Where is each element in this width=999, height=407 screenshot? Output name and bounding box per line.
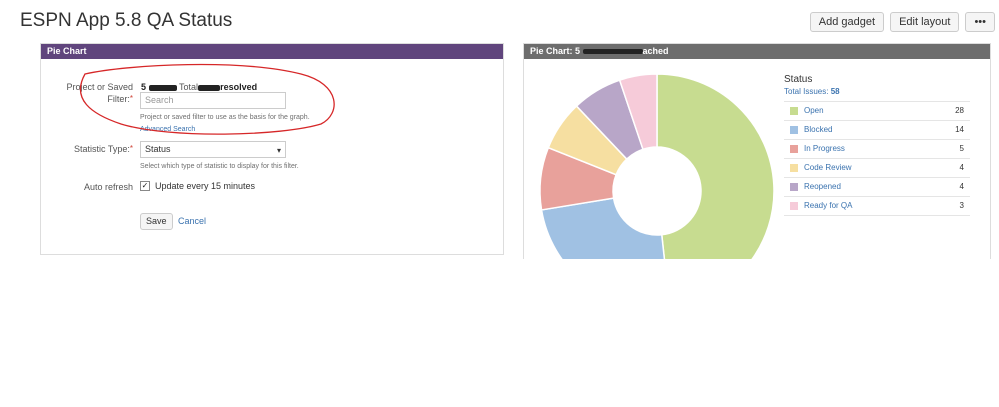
legend-swatch [790, 202, 798, 210]
legend-count: 4 [959, 182, 964, 191]
legend-count: 4 [959, 163, 964, 172]
redaction-mark [582, 49, 643, 55]
dashboard-actions: Add gadget Edit layout ••• [809, 12, 995, 32]
legend-swatch [790, 164, 798, 172]
pie-slice-open[interactable] [656, 73, 774, 259]
legend-count: 5 [959, 144, 964, 153]
legend-row: Blocked 14 [784, 120, 970, 139]
legend-count: 28 [955, 106, 964, 115]
legend-row: Code Review 4 [784, 158, 970, 177]
red-annotation-circle [79, 63, 335, 135]
legend-row: Ready for QA 3 [784, 196, 970, 216]
legend-row: Open 28 [784, 101, 970, 120]
legend-table: Open 28 Blocked 14 In Progress 5 Code Review 4 R… [784, 101, 970, 216]
legend-row: Reopened 4 [784, 177, 970, 196]
legend-label[interactable]: Blocked [804, 125, 832, 134]
legend-label[interactable]: In Progress [804, 144, 845, 153]
legend-swatch [790, 107, 798, 115]
edit-layout-button[interactable]: Edit layout [890, 12, 960, 32]
legend-title: Status [784, 74, 813, 85]
donut-chart [539, 73, 774, 259]
total-issues: Total Issues: 58 [784, 87, 840, 96]
total-issues-count: 58 [830, 87, 840, 96]
gadget-title-suffix: ached [642, 46, 669, 56]
pie-chart-config-gadget: Pie Chart Project or Saved Filter:* 5 To… [40, 43, 504, 255]
legend-label[interactable]: Code Review [804, 163, 852, 172]
total-issues-label: Total Issues: [784, 87, 829, 96]
gadget-title: Pie Chart: 5 ached [524, 44, 990, 59]
legend-row: In Progress 5 [784, 139, 970, 158]
more-actions-button[interactable]: ••• [965, 12, 995, 32]
legend-count: 14 [955, 125, 964, 134]
legend-count: 3 [959, 201, 964, 210]
legend-swatch [790, 145, 798, 153]
add-gadget-button[interactable]: Add gadget [809, 12, 885, 32]
legend-label[interactable]: Open [804, 106, 824, 115]
gadget-title-prefix: Pie Chart: 5 [530, 46, 581, 56]
pie-chart-gadget: Pie Chart: 5 ached Status Total Issues: … [523, 43, 991, 259]
legend-label[interactable]: Ready for QA [804, 201, 852, 210]
legend-swatch [790, 183, 798, 191]
page-title: ESPN App 5.8 QA Status [20, 10, 233, 30]
legend-swatch [790, 126, 798, 134]
legend-label[interactable]: Reopened [804, 182, 841, 191]
